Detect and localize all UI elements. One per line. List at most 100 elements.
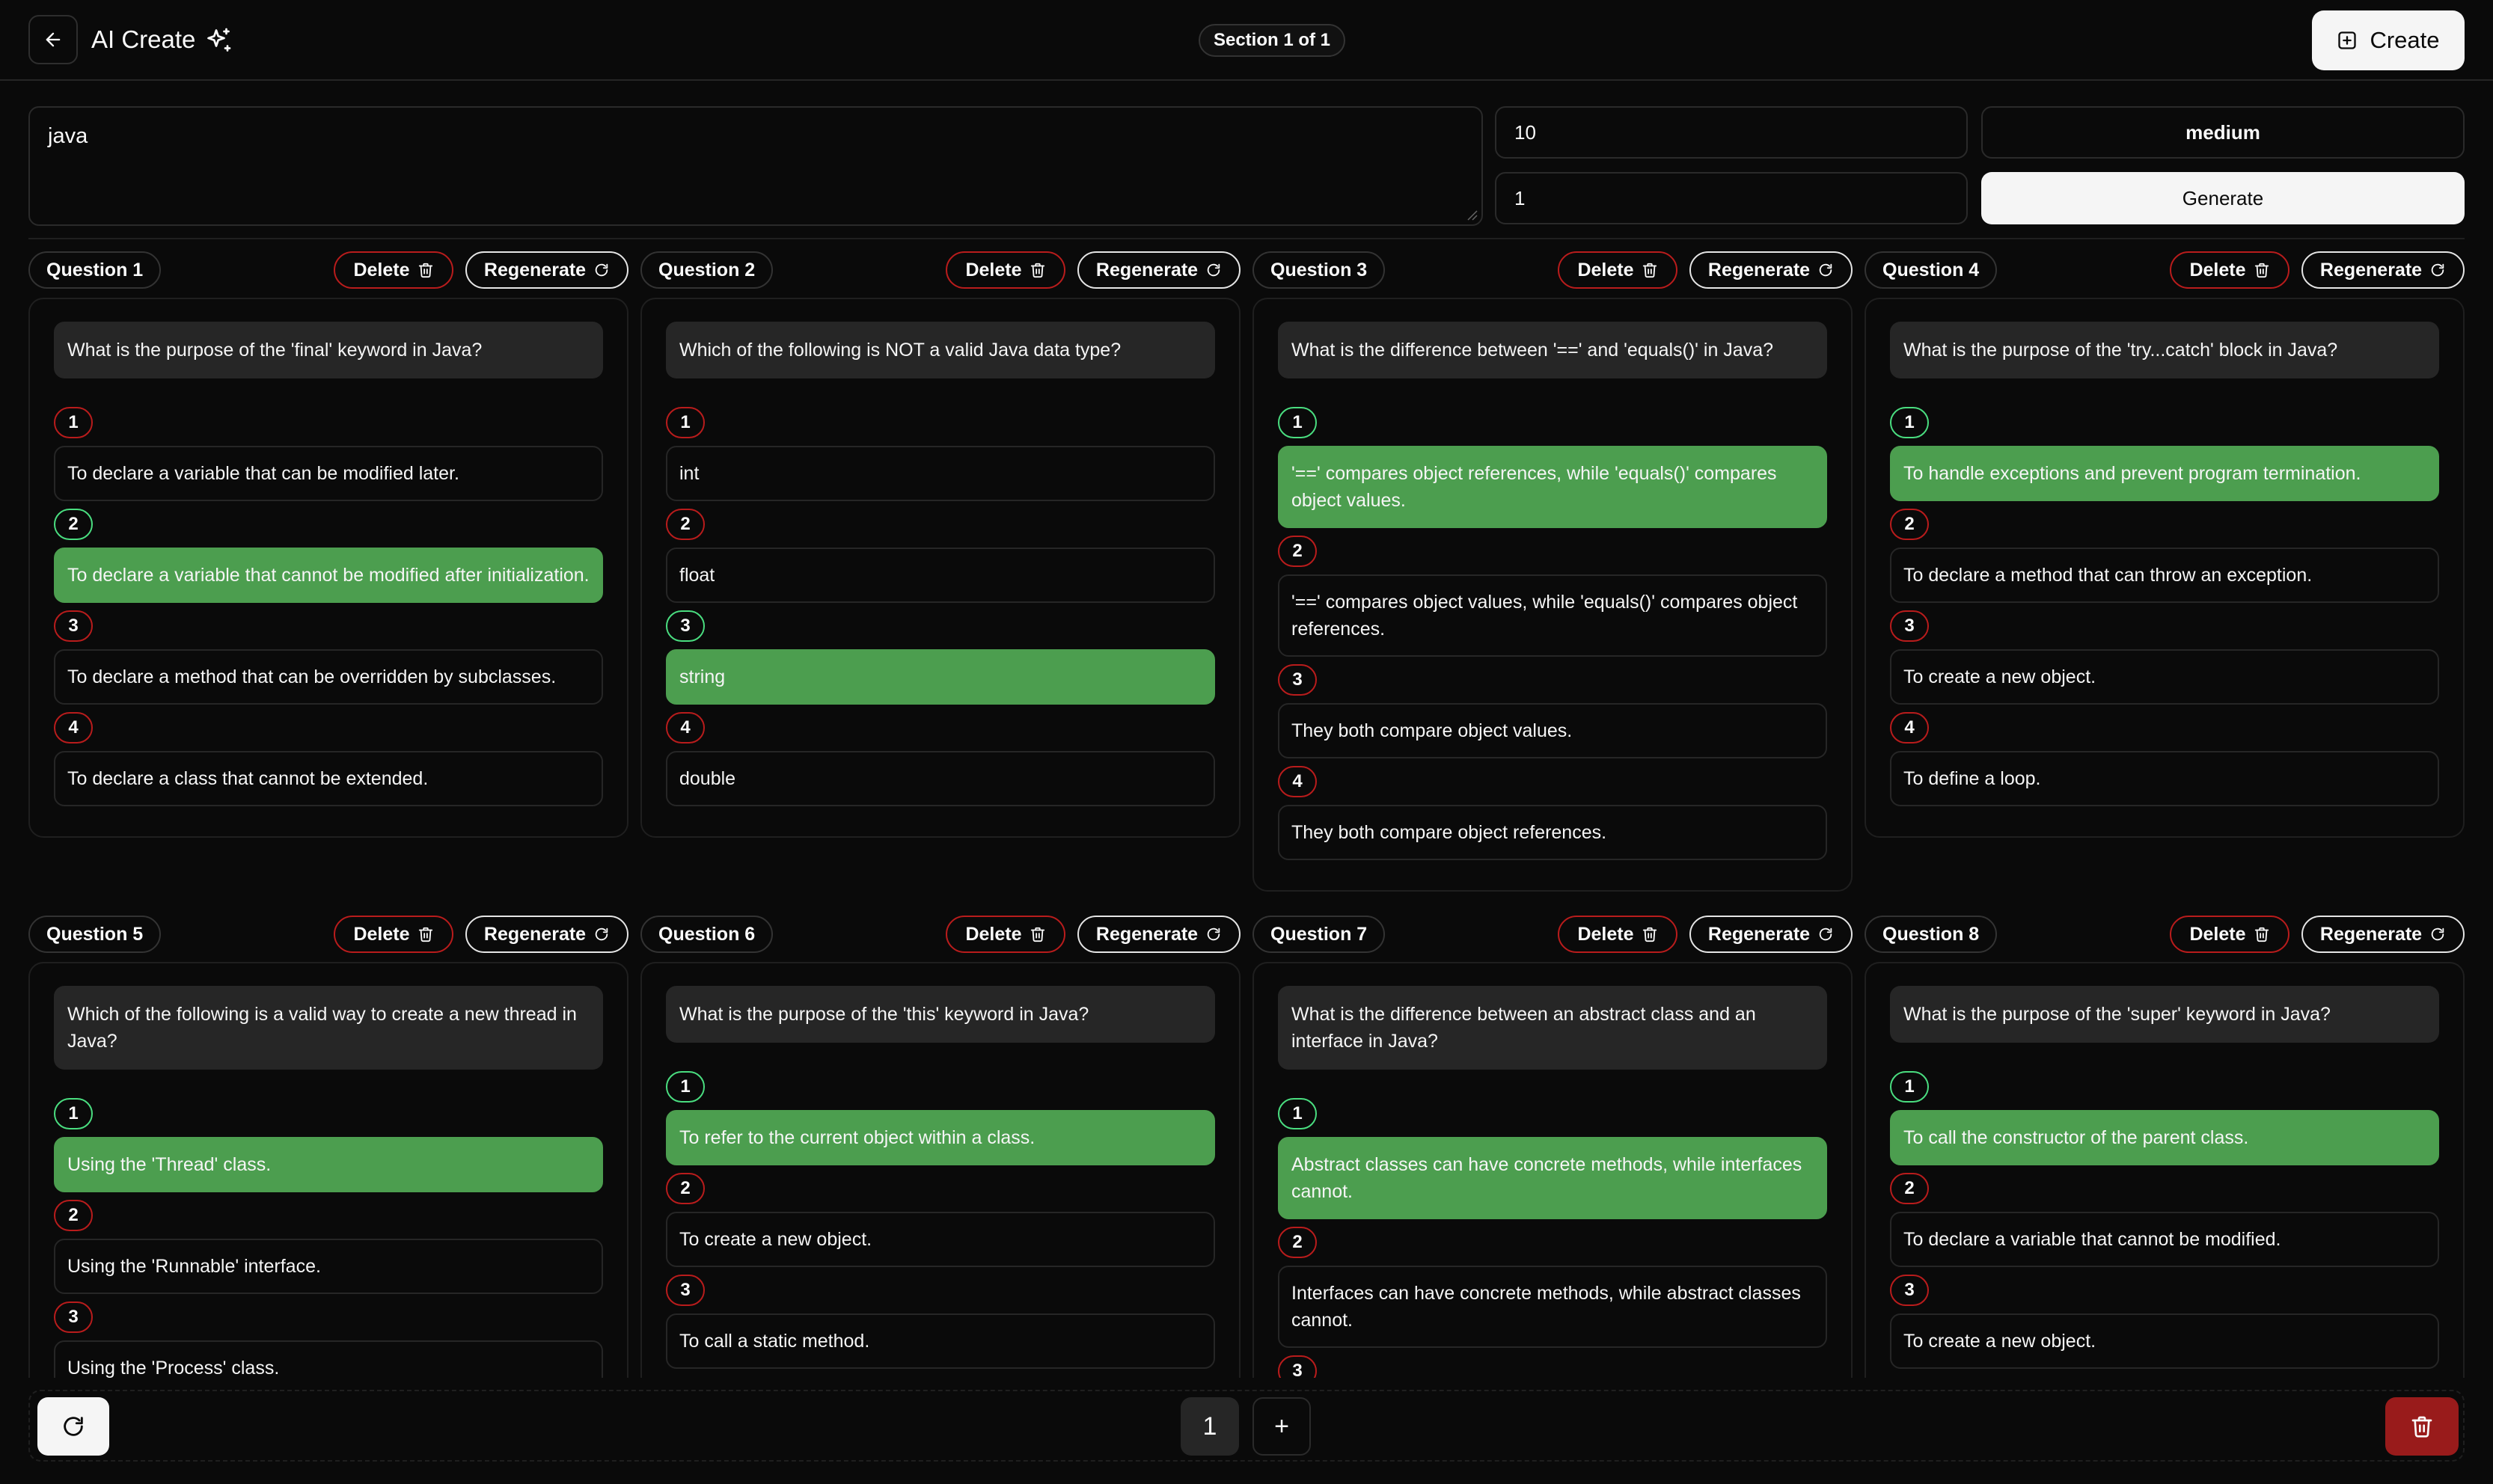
option-number-badge[interactable]: 1 [666,1071,705,1103]
answer-option[interactable]: To create a new object. [1890,649,2439,705]
option-number-badge[interactable]: 1 [1890,1071,1929,1103]
option-number-badge[interactable]: 2 [666,1173,705,1204]
question-text[interactable]: Which of the following is NOT a valid Ja… [666,322,1215,378]
option-number-badge[interactable]: 4 [666,712,705,743]
answer-option[interactable]: To declare a class that cannot be extend… [54,751,603,806]
question-text[interactable]: What is the purpose of the 'try...catch'… [1890,322,2439,378]
question-text[interactable]: What is the purpose of the 'this' keywor… [666,986,1215,1043]
refresh-icon [64,1417,83,1436]
delete-question-button[interactable]: Delete [946,251,1065,289]
option-number-badge[interactable]: 2 [1278,1227,1317,1258]
question-text[interactable]: What is the purpose of the 'super' keywo… [1890,986,2439,1043]
refresh-button[interactable] [37,1397,109,1456]
answer-option[interactable]: To call a static method. [666,1313,1215,1369]
regenerate-question-button[interactable]: Regenerate [1077,916,1241,953]
question-text[interactable]: Which of the following is a valid way to… [54,986,603,1070]
correct-answer-option[interactable]: Using the 'Thread' class. [54,1137,603,1192]
bottom-toolbar: 1 + [28,1390,2465,1462]
question-text[interactable]: What is the difference between an abstra… [1278,986,1827,1070]
question-label: Question 4 [1865,251,1998,289]
option-number-badge[interactable]: 1 [1278,1098,1317,1129]
rotate-icon [595,927,608,941]
delete-question-button[interactable]: Delete [1558,916,1677,953]
trash-icon [1030,927,1044,942]
question-body: What is the purpose of the 'this' keywor… [640,962,1241,1378]
delete-question-button[interactable]: Delete [334,251,453,289]
delete-all-button[interactable] [2385,1397,2459,1456]
option-number-badge[interactable]: 2 [1890,1173,1929,1204]
option-number-badge[interactable]: 3 [1278,1355,1317,1378]
regenerate-question-button[interactable]: Regenerate [1077,251,1241,289]
answer-option[interactable]: To create a new object. [666,1212,1215,1267]
option-number-badge[interactable]: 3 [666,610,705,642]
correct-answer-option[interactable]: To declare a variable that cannot be mod… [54,548,603,603]
regenerate-question-button[interactable]: Regenerate [465,251,628,289]
correct-answer-option[interactable]: To handle exceptions and prevent program… [1890,446,2439,501]
question-text[interactable]: What is the purpose of the 'final' keywo… [54,322,603,378]
correct-answer-option[interactable]: '==' compares object references, while '… [1278,446,1827,528]
correct-answer-option[interactable]: To call the constructor of the parent cl… [1890,1110,2439,1165]
answer-option[interactable]: To declare a method that can be overridd… [54,649,603,705]
option-number-badge[interactable]: 2 [1278,536,1317,567]
answer-option[interactable]: Interfaces can have concrete methods, wh… [1278,1266,1827,1348]
correct-answer-option[interactable]: string [666,649,1215,705]
correct-answer-option[interactable]: To refer to the current object within a … [666,1110,1215,1165]
option-number-badge[interactable]: 2 [666,509,705,540]
option-number-badge[interactable]: 1 [54,407,93,438]
delete-question-button[interactable]: Delete [2170,251,2289,289]
answer-option[interactable]: To declare a method that can throw an ex… [1890,548,2439,603]
question-header: Question 7 Delete Regenerate [1252,916,1853,953]
answer-option[interactable]: To create a new object. [1890,1313,2439,1369]
answer-option[interactable]: '==' compares object values, while 'equa… [1278,574,1827,657]
answer-option[interactable]: double [666,751,1215,806]
answer-option[interactable]: To declare a variable that can be modifi… [54,446,603,501]
option-number-badge[interactable]: 2 [54,509,93,540]
regenerate-question-button[interactable]: Regenerate [1689,916,1853,953]
page-1-button[interactable]: 1 [1181,1397,1239,1456]
delete-label: Delete [965,923,1022,945]
option-number-badge[interactable]: 4 [1278,766,1317,797]
option-number-badge[interactable]: 3 [54,610,93,642]
answer-option[interactable]: Using the 'Process' class. [54,1340,603,1378]
option-number-badge[interactable]: 2 [1890,509,1929,540]
option-number-badge[interactable]: 3 [1890,610,1929,642]
answer-option[interactable]: To declare a variable that cannot be mod… [1890,1212,2439,1267]
regenerate-question-button[interactable]: Regenerate [1689,251,1853,289]
option-number-badge[interactable]: 4 [1890,712,1929,743]
option-number-badge[interactable]: 3 [666,1275,705,1306]
option-number-badge[interactable]: 1 [54,1098,93,1129]
answer-option[interactable]: Using the 'Runnable' interface. [54,1239,603,1294]
option-number-badge[interactable]: 3 [1278,664,1317,696]
trash-icon [2254,927,2269,942]
delete-question-button[interactable]: Delete [1558,251,1677,289]
delete-question-button[interactable]: Delete [946,916,1065,953]
question-label: Question 1 [28,251,162,289]
answer-option[interactable]: float [666,548,1215,603]
option-number-badge[interactable]: 1 [666,407,705,438]
option-number-badge[interactable]: 3 [1890,1275,1929,1306]
answer-option[interactable]: To define a loop. [1890,751,2439,806]
regenerate-question-button[interactable]: Regenerate [2301,916,2465,953]
option-number-badge[interactable]: 1 [1278,407,1317,438]
question-header: Question 5 Delete Regenerate [28,916,628,953]
option-number-badge[interactable]: 4 [54,712,93,743]
question-body: What is the purpose of the 'super' keywo… [1865,962,2465,1378]
questions-grid: Question 1 Delete Regenerate What is the pu… [0,0,2493,1378]
question-text[interactable]: What is the difference between '==' and … [1278,322,1827,378]
add-page-button[interactable]: + [1252,1397,1311,1456]
answer-option[interactable]: They both compare object values. [1278,703,1827,758]
option-number-badge[interactable]: 2 [54,1200,93,1231]
regenerate-label: Regenerate [2319,259,2423,280]
option-number-badge[interactable]: 3 [54,1301,93,1333]
correct-answer-option[interactable]: Abstract classes can have concrete metho… [1278,1137,1827,1219]
answer-option[interactable]: int [666,446,1215,501]
regenerate-question-button[interactable]: Regenerate [2301,251,2465,289]
rotate-icon [595,263,608,277]
regenerate-question-button[interactable]: Regenerate [465,916,628,953]
option-number-badge[interactable]: 1 [1890,407,1929,438]
delete-question-button[interactable]: Delete [334,916,453,953]
question-body: Which of the following is a valid way to… [28,962,628,1378]
delete-question-button[interactable]: Delete [2170,916,2289,953]
answer-option[interactable]: They both compare object references. [1278,805,1827,860]
delete-label: Delete [2189,923,2246,945]
